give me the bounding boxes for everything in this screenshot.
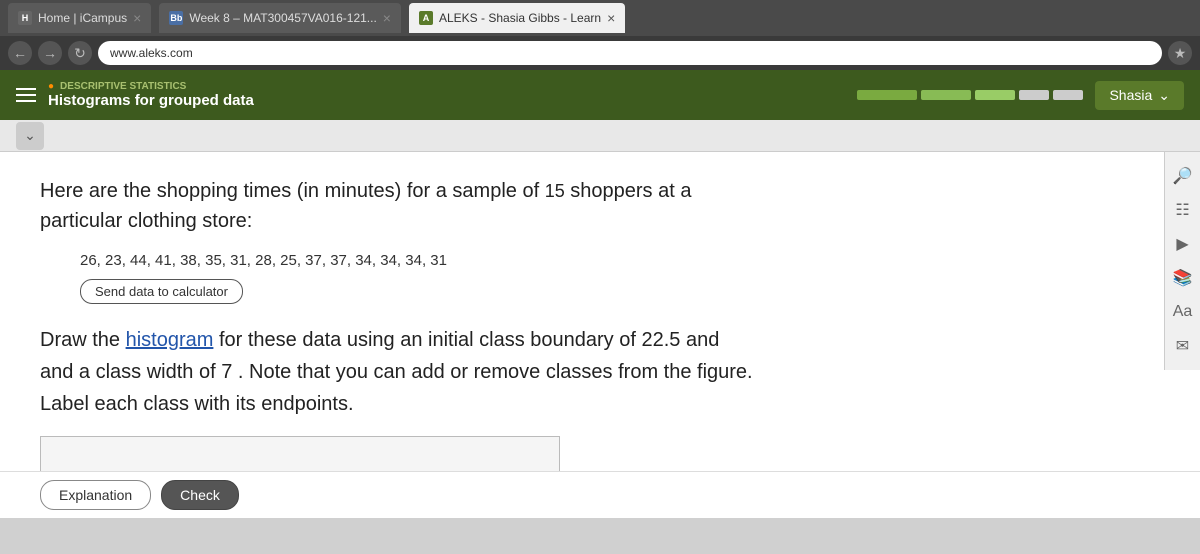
data-values-line: 26, 23, 44, 41, 38, 35, 31, 28, 25, 37, … — [80, 252, 1160, 269]
class-width-value: 7 — [221, 361, 232, 383]
tab-aleks-icon: A — [419, 11, 433, 25]
forward-button[interactable]: → — [38, 41, 62, 65]
draw-prefix: Draw the — [40, 329, 120, 351]
book-icon[interactable]: 📚 — [1167, 262, 1199, 294]
tab-home-close[interactable]: × — [133, 10, 141, 26]
font-size-icon[interactable]: Aa — [1167, 296, 1199, 328]
back-button[interactable]: ← — [8, 41, 32, 65]
topic-title: Histograms for grouped data — [48, 92, 845, 109]
browser-tab-bar: H Home | iCampus × Bb Week 8 – MAT300457… — [0, 0, 1200, 36]
hamburger-line-3 — [16, 100, 36, 102]
tab-aleks-label: ALEKS - Shasia Gibbs - Learn — [439, 11, 601, 25]
progress-seg-4 — [1019, 90, 1049, 100]
draw-suffix-3: . Note that you can add or remove classe… — [238, 361, 753, 383]
bottom-toolbar: Explanation Check — [0, 471, 1200, 518]
intro-prefix: Here are the shopping times (in minutes)… — [40, 180, 545, 202]
tab-home-label: Home | iCampus — [38, 11, 127, 25]
tab-week8-close[interactable]: × — [383, 10, 391, 26]
progress-seg-3 — [975, 90, 1015, 100]
histogram-area[interactable] — [40, 436, 560, 476]
tab-home[interactable]: H Home | iCampus × — [8, 3, 151, 33]
histogram-link[interactable]: histogram — [126, 329, 214, 351]
draw-suffix-2: and — [686, 329, 719, 351]
tab-week8-icon: Bb — [169, 11, 183, 25]
problem-intro-text: Here are the shopping times (in minutes)… — [40, 176, 1160, 236]
address-bar-row: ← → ↻ www.aleks.com ★ — [0, 36, 1200, 70]
aleks-app-bar: DESCRIPTIVE STATISTICS Histograms for gr… — [0, 70, 1200, 120]
mail-icon[interactable]: ✉ — [1167, 330, 1199, 362]
right-sidebar: 🔎 ☷ ▶ 📚 Aa ✉ — [1164, 152, 1200, 370]
tab-aleks-close[interactable]: × — [607, 10, 615, 26]
tab-home-icon: H — [18, 11, 32, 25]
sample-size: 15 — [545, 181, 565, 201]
progress-seg-1 — [857, 90, 917, 100]
person-search-icon[interactable]: 🔎 — [1167, 160, 1199, 192]
label-instruction: Label each class with its endpoints. — [40, 393, 354, 415]
play-icon[interactable]: ▶ — [1167, 228, 1199, 260]
main-content: Here are the shopping times (in minutes)… — [0, 152, 1200, 518]
draw-suffix-1: for these data using an initial class bo… — [219, 329, 636, 351]
chevron-down-icon: ⌄ — [1158, 87, 1170, 104]
tab-aleks[interactable]: A ALEKS - Shasia Gibbs - Learn × — [409, 3, 625, 33]
hamburger-line-2 — [16, 94, 36, 96]
address-text: www.aleks.com — [110, 46, 193, 60]
hamburger-menu[interactable] — [16, 88, 36, 102]
reload-button[interactable]: ↻ — [68, 41, 92, 65]
grid-icon[interactable]: ☷ — [1167, 194, 1199, 226]
user-menu-button[interactable]: Shasia ⌄ — [1095, 81, 1184, 110]
draw-instruction-text: Draw the histogram for these data using … — [40, 324, 1160, 420]
explanation-button[interactable]: Explanation — [40, 480, 151, 510]
progress-area — [857, 90, 1083, 100]
check-button[interactable]: Check — [161, 480, 239, 510]
boundary-value: 22.5 — [641, 329, 680, 351]
tab-week8-label: Week 8 – MAT300457VA016-121... — [189, 11, 376, 25]
draw-class-width-prefix: and a class width of — [40, 361, 216, 383]
progress-seg-5 — [1053, 90, 1083, 100]
topic-info: DESCRIPTIVE STATISTICS Histograms for gr… — [48, 81, 845, 109]
expand-button[interactable]: ⌄ — [16, 122, 44, 150]
address-box[interactable]: www.aleks.com — [98, 41, 1162, 65]
send-to-calculator-button[interactable]: Send data to calculator — [80, 279, 243, 304]
chevron-row: ⌄ — [0, 120, 1200, 152]
star-button[interactable]: ★ — [1168, 41, 1192, 65]
tab-week8[interactable]: Bb Week 8 – MAT300457VA016-121... × — [159, 3, 401, 33]
topic-category: DESCRIPTIVE STATISTICS — [48, 81, 845, 92]
chevron-down-icon: ⌄ — [24, 127, 36, 144]
hamburger-line-1 — [16, 88, 36, 90]
progress-seg-2 — [921, 90, 971, 100]
user-name: Shasia — [1109, 87, 1152, 103]
